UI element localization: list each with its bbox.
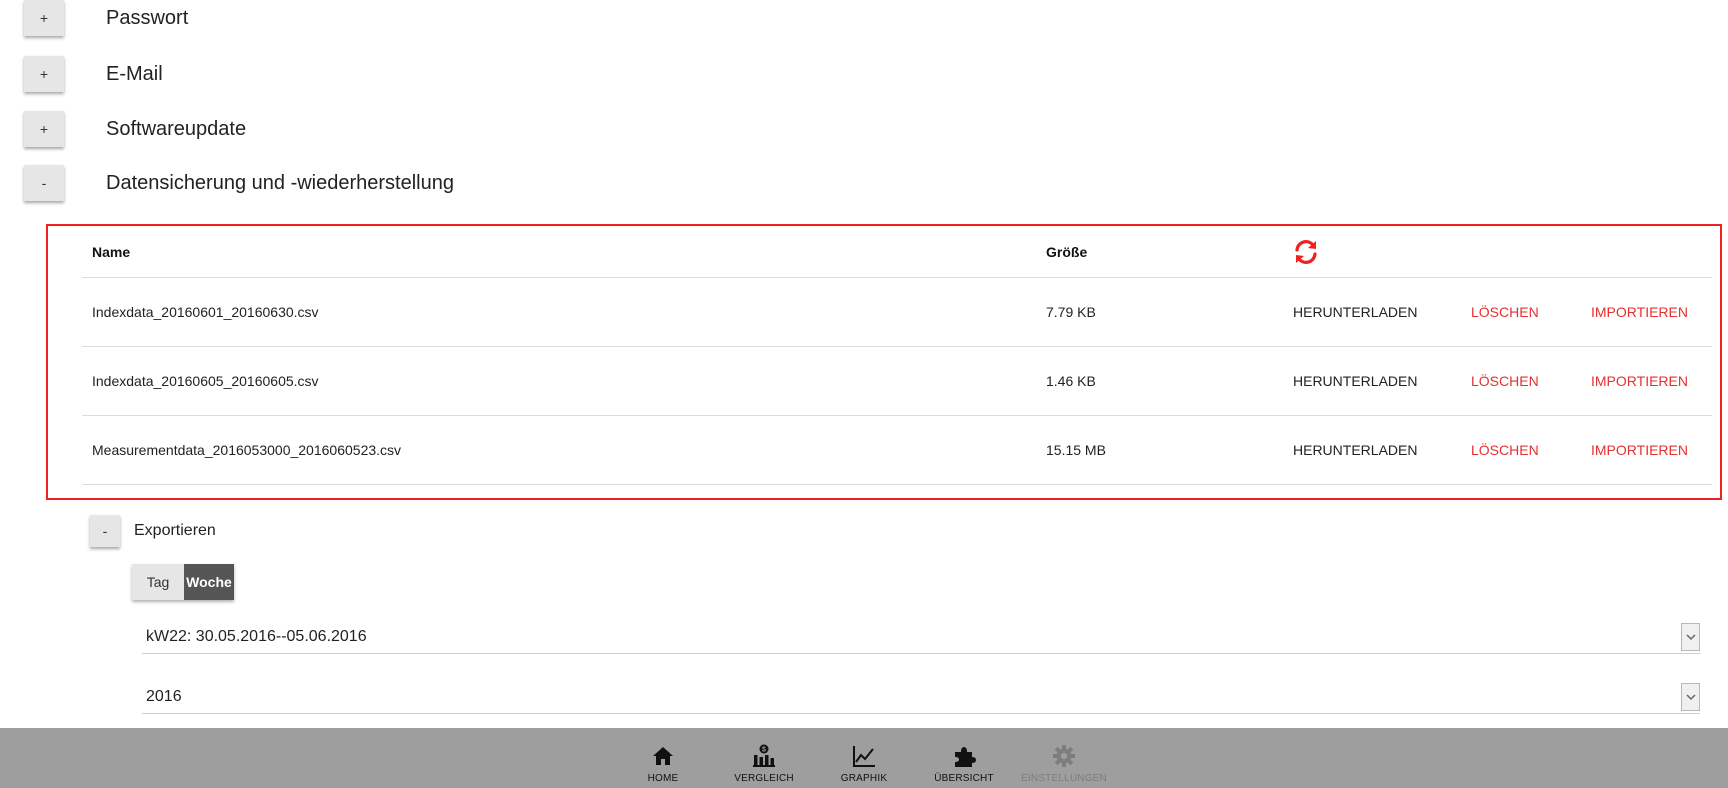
week-select-value: kW22: 30.05.2016--05.06.2016 <box>146 627 367 645</box>
section-email: + E-Mail <box>24 54 163 94</box>
download-button[interactable]: HERUNTERLADEN <box>1293 304 1417 320</box>
year-select-value: 2016 <box>146 687 182 705</box>
section-title-softwareupdate: Softwareupdate <box>106 117 247 140</box>
nav-vergleich-label: VERGLEICH <box>734 773 794 784</box>
nav-graphik[interactable]: GRAPHIK <box>814 728 914 788</box>
file-name: Measurementdata_2016053000_2016060523.cs… <box>92 442 402 458</box>
table-row: Indexdata_20160605_20160605.csv 1.46 KB … <box>82 347 1712 416</box>
file-size: 1.46 KB <box>1046 373 1096 389</box>
comparison-icon: $ <box>753 744 775 767</box>
download-button[interactable]: HERUNTERLADEN <box>1293 373 1417 389</box>
nav-einstellungen[interactable]: EINSTELLUNGEN <box>1014 728 1114 788</box>
section-softwareupdate: + Softwareupdate <box>24 109 246 149</box>
puzzle-icon <box>955 747 976 767</box>
expand-email-button[interactable]: + <box>24 56 64 92</box>
nav-vergleich[interactable]: $ VERGLEICH <box>714 728 814 788</box>
bottom-navigation: HOME $ VERGLEICH GRAPHIK ÜBERSICHT EINST… <box>0 728 1728 788</box>
gear-icon <box>1053 745 1075 767</box>
chart-icon <box>853 746 875 767</box>
nav-graphik-label: GRAPHIK <box>840 773 888 784</box>
table-header-row: Name Größe <box>82 226 1712 278</box>
expand-softwareupdate-button[interactable]: + <box>24 111 64 147</box>
section-title-email: E-Mail <box>106 62 163 85</box>
chevron-down-icon[interactable] <box>1681 623 1700 651</box>
nav-home[interactable]: HOME <box>613 728 713 788</box>
section-datensicherung: - Datensicherung und -wiederherstellung <box>24 163 454 203</box>
section-title-passwort: Passwort <box>106 6 189 29</box>
nav-einstellungen-label: EINSTELLUNGEN <box>1021 773 1107 784</box>
export-section: - Exportieren <box>90 513 216 549</box>
header-name: Name <box>92 243 131 260</box>
period-week-button[interactable]: Woche <box>184 564 234 600</box>
refresh-icon[interactable] <box>1292 238 1320 266</box>
header-size: Größe <box>1046 243 1088 260</box>
delete-button[interactable]: LÖSCHEN <box>1471 373 1539 389</box>
import-button[interactable]: IMPORTIEREN <box>1591 442 1688 458</box>
nav-uebersicht[interactable]: ÜBERSICHT <box>914 728 1014 788</box>
file-size: 7.79 KB <box>1046 304 1096 320</box>
backup-files-table: Name Größe Indexdata_20160601_20160630.c… <box>82 226 1712 485</box>
delete-button[interactable]: LÖSCHEN <box>1471 442 1539 458</box>
home-icon <box>653 747 673 765</box>
collapse-datensicherung-button[interactable]: - <box>24 165 64 201</box>
delete-button[interactable]: LÖSCHEN <box>1471 304 1539 320</box>
nav-home-label: HOME <box>647 773 679 784</box>
file-name: Indexdata_20160601_20160630.csv <box>92 304 319 320</box>
file-size: 15.15 MB <box>1046 442 1106 458</box>
file-name: Indexdata_20160605_20160605.csv <box>92 373 319 389</box>
import-button[interactable]: IMPORTIEREN <box>1591 373 1688 389</box>
section-passwort: + Passwort <box>24 0 188 38</box>
week-select[interactable]: kW22: 30.05.2016--05.06.2016 <box>142 620 1700 654</box>
nav-uebersicht-label: ÜBERSICHT <box>934 773 994 784</box>
period-toggle: Tag Woche <box>132 564 234 600</box>
table-row: Measurementdata_2016053000_2016060523.cs… <box>82 416 1712 485</box>
backup-files-panel: Name Größe Indexdata_20160601_20160630.c… <box>46 224 1722 500</box>
period-day-button[interactable]: Tag <box>132 564 184 600</box>
download-button[interactable]: HERUNTERLADEN <box>1293 442 1417 458</box>
chevron-down-icon[interactable] <box>1681 683 1700 711</box>
svg-text:$: $ <box>762 747 766 754</box>
import-button[interactable]: IMPORTIEREN <box>1591 304 1688 320</box>
expand-passwort-button[interactable]: + <box>24 0 64 36</box>
collapse-export-button[interactable]: - <box>90 515 120 547</box>
section-title-datensicherung: Datensicherung und -wiederherstellung <box>106 171 454 194</box>
table-row: Indexdata_20160601_20160630.csv 7.79 KB … <box>82 278 1712 347</box>
year-select[interactable]: 2016 <box>142 680 1700 714</box>
export-label: Exportieren <box>134 522 216 539</box>
